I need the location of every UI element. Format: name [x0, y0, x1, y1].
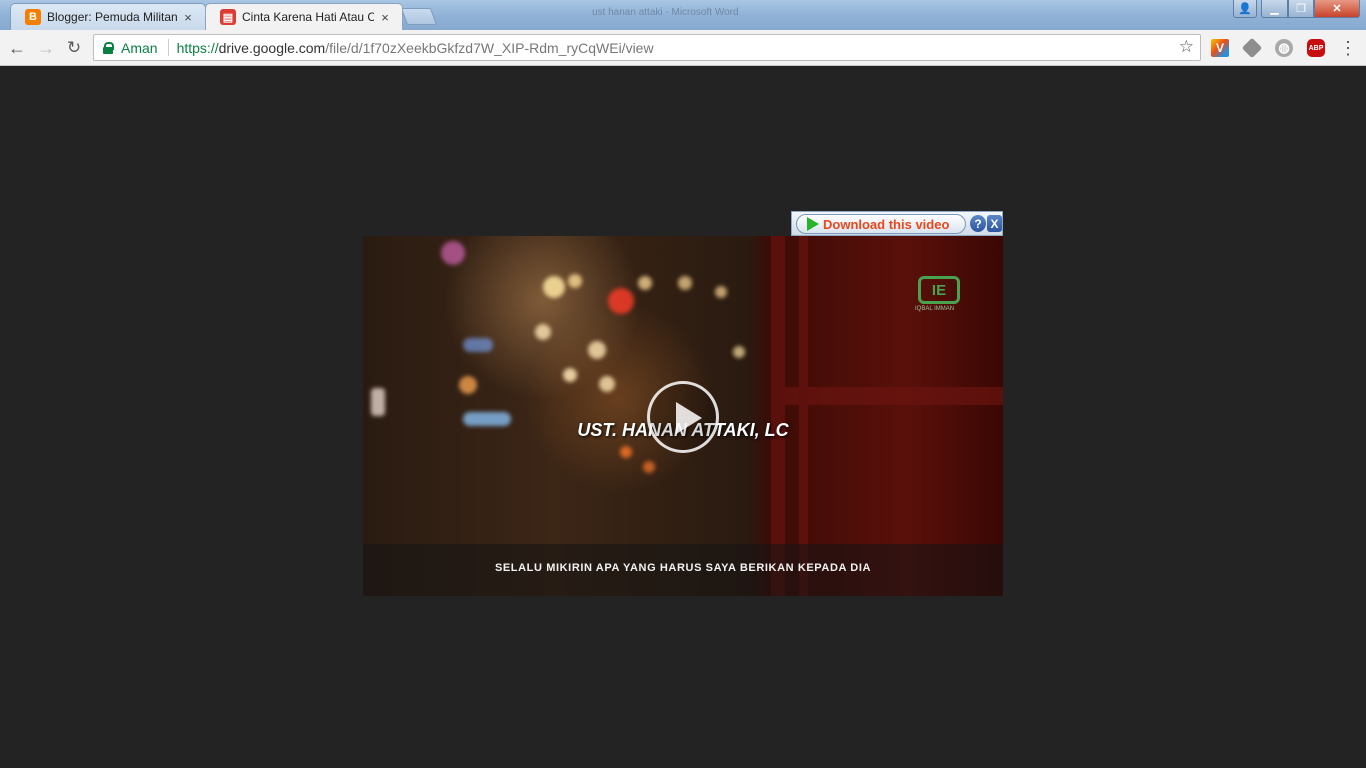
- back-arrow-icon[interactable]: ←: [5, 36, 29, 60]
- channel-logo: IE: [918, 276, 960, 304]
- adblock-plus-icon[interactable]: ABP: [1307, 39, 1325, 57]
- bokeh-light: [563, 368, 577, 382]
- video-subtitle: SELALU MIKIRIN APA YANG HARUS SAYA BERIK…: [494, 562, 872, 574]
- bokeh-light: [463, 338, 493, 352]
- video-file-icon: ▤: [220, 9, 236, 25]
- bokeh-light: [588, 341, 606, 359]
- minimize-button[interactable]: ▁: [1261, 0, 1288, 18]
- tab-drive-video[interactable]: ▤ Cinta Karena Hati Atau C ×: [205, 3, 403, 30]
- extension-cube-icon[interactable]: [1241, 37, 1263, 59]
- forward-arrow-icon[interactable]: →: [34, 36, 58, 60]
- url-host: drive.google.com: [218, 39, 326, 56]
- bokeh-light: [543, 276, 565, 298]
- lock-icon: [103, 41, 114, 54]
- reload-icon[interactable]: ↻: [62, 36, 86, 60]
- bokeh-light: [678, 276, 692, 290]
- tab-title: Cinta Karena Hati Atau C: [242, 10, 374, 24]
- address-bar[interactable]: Aman https://drive.google.com/file/d/1f7…: [93, 34, 1201, 61]
- extension-v-icon[interactable]: V: [1211, 39, 1229, 57]
- user-icon[interactable]: 👤: [1233, 0, 1257, 18]
- bokeh-light: [608, 288, 634, 314]
- play-button[interactable]: [647, 381, 719, 453]
- play-arrow-icon: [807, 217, 819, 231]
- video-player[interactable]: IE IQBAL IMMAN UST. HANAN ATTAKI, LC SEL…: [363, 236, 1003, 596]
- divider: [167, 39, 169, 56]
- url-text[interactable]: https://drive.google.com/file/d/1f70zXee…: [177, 40, 654, 56]
- url-path: /file/d/1f70zXeekbGkfzd7W_XIP-Rdm_ryCqWE…: [325, 39, 654, 56]
- tab-close-icon[interactable]: ×: [181, 10, 195, 25]
- bokeh-light: [715, 286, 727, 298]
- tab-blogger[interactable]: B Blogger: Pemuda Militan ×: [10, 3, 206, 30]
- new-tab-button[interactable]: [400, 8, 438, 25]
- bokeh-light: [459, 376, 477, 394]
- extension-globe-icon[interactable]: ◍: [1275, 39, 1293, 57]
- secure-label: Aman: [121, 39, 158, 56]
- close-icon[interactable]: X: [987, 215, 1002, 232]
- url-scheme: https://: [176, 39, 219, 56]
- channel-logo-caption: IQBAL IMMAN: [915, 306, 955, 312]
- bokeh-light: [535, 324, 551, 340]
- bokeh-light: [620, 446, 632, 458]
- help-icon[interactable]: ?: [970, 215, 986, 232]
- bokeh-light: [371, 388, 385, 416]
- browser-toolbar: ← → ↻ Aman https://drive.google.com/file…: [0, 30, 1366, 66]
- bokeh-light: [441, 241, 465, 265]
- bokeh-light: [599, 376, 615, 392]
- bokeh-light: [643, 461, 655, 473]
- bookmark-star-icon[interactable]: ☆: [1179, 37, 1194, 57]
- close-window-button[interactable]: ✕: [1314, 0, 1360, 18]
- download-video-button[interactable]: Download this video: [796, 214, 966, 234]
- bokeh-light: [568, 274, 582, 288]
- tab-title: Blogger: Pemuda Militan: [47, 10, 177, 24]
- title-bar: B Blogger: Pemuda Militan × ▤ Cinta Kare…: [0, 0, 1366, 30]
- menu-kebab-icon[interactable]: ⋮: [1339, 37, 1357, 59]
- download-label: Download this video: [823, 216, 950, 232]
- restore-button[interactable]: ❐: [1288, 0, 1314, 18]
- bokeh-light: [638, 276, 652, 290]
- phone-booth-background: [771, 236, 1003, 596]
- bokeh-light: [733, 346, 745, 358]
- background-window-title: ust hanan attaki - Microsoft Word: [592, 7, 739, 18]
- download-video-bar: Download this video ? X: [791, 211, 1003, 236]
- blogger-icon: B: [25, 9, 41, 25]
- tab-close-icon[interactable]: ×: [378, 10, 392, 25]
